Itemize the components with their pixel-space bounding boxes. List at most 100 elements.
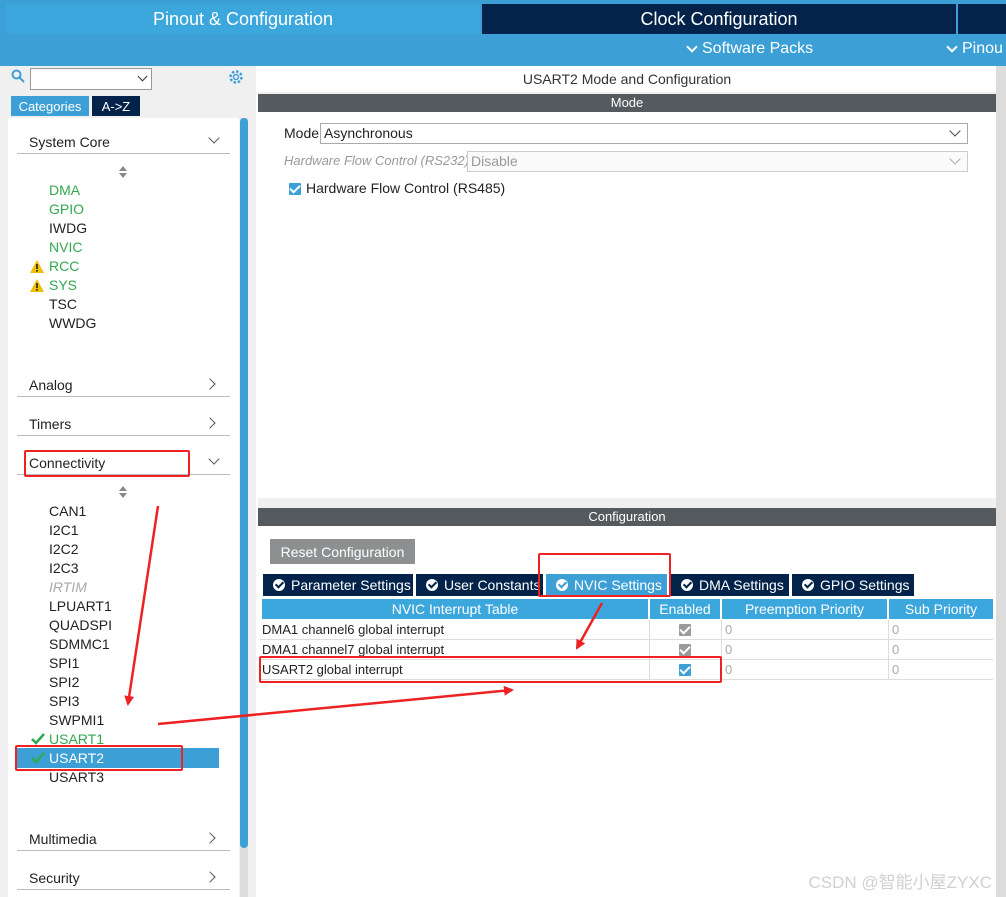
- check-circle-icon: [426, 579, 438, 591]
- mode-select-value: Asynchronous: [324, 125, 413, 141]
- annotation-box-usart2-interrupt: [259, 656, 722, 683]
- category-label: System Core: [29, 134, 110, 150]
- chevron-down-icon: [946, 41, 958, 53]
- sub-priority[interactable]: 0: [889, 640, 993, 660]
- tab-clock-configuration[interactable]: Clock Configuration: [482, 4, 956, 34]
- reset-configuration-button[interactable]: Reset Configuration: [270, 539, 415, 564]
- list-item-sdmmc1[interactable]: SDMMC1: [49, 635, 110, 653]
- chevron-down-icon: [686, 41, 698, 53]
- list-item-can1[interactable]: CAN1: [49, 502, 86, 520]
- warning-icon: [30, 260, 44, 273]
- list-item-tsc[interactable]: TSC: [49, 295, 77, 313]
- list-item-gpio[interactable]: GPIO: [49, 200, 84, 218]
- list-item-spi3[interactable]: SPI3: [49, 692, 79, 710]
- hw-flow-rs232-value: Disable: [471, 153, 518, 169]
- list-item-lpuart1[interactable]: LPUART1: [49, 597, 112, 615]
- page-title: USART2 Mode and Configuration: [258, 66, 996, 92]
- list-item-i2c3[interactable]: I2C3: [49, 559, 79, 577]
- category-label: Analog: [29, 377, 73, 393]
- list-item-spi1[interactable]: SPI1: [49, 654, 79, 672]
- gear-icon[interactable]: [227, 68, 245, 86]
- check-circle-icon: [273, 579, 285, 591]
- category-label: Security: [29, 870, 80, 886]
- tab-label: DMA Settings: [699, 577, 784, 593]
- list-item-rcc[interactable]: RCC: [49, 257, 79, 275]
- search-input[interactable]: [30, 68, 152, 90]
- chevron-right-icon: [204, 378, 216, 390]
- mode-section-header: Mode: [258, 94, 996, 112]
- enabled-checkbox: [679, 624, 691, 636]
- tab-a-z[interactable]: A->Z: [92, 96, 140, 116]
- pinout-menu[interactable]: Pinou: [946, 38, 1003, 60]
- check-circle-icon: [681, 579, 693, 591]
- chevron-right-icon: [204, 832, 216, 844]
- category-analog[interactable]: Analog: [17, 375, 230, 397]
- preemption-priority[interactable]: 0: [722, 640, 889, 660]
- mode-label: Mode: [284, 125, 320, 141]
- list-item-swpmi1[interactable]: SWPMI1: [49, 711, 104, 729]
- category-timers[interactable]: Timers: [17, 414, 230, 436]
- list-item-sys[interactable]: SYS: [49, 276, 77, 294]
- pinout-menu-label: Pinou: [962, 40, 1003, 57]
- column-header-interrupt: NVIC Interrupt Table: [262, 599, 650, 619]
- category-label: Timers: [29, 416, 72, 432]
- check-icon: [31, 733, 45, 745]
- sort-arrows-icon[interactable]: [119, 166, 127, 178]
- tab-extra[interactable]: [958, 4, 1006, 34]
- mode-select[interactable]: Asynchronous: [320, 123, 968, 144]
- right-scrollbar[interactable]: [996, 66, 1006, 897]
- table-row[interactable]: DMA1 channel6 global interrupt 0 0: [260, 620, 993, 640]
- category-label: Multimedia: [29, 831, 97, 847]
- warning-icon: [30, 279, 44, 292]
- tab-user-constants[interactable]: User Constants: [416, 574, 543, 596]
- category-security[interactable]: Security: [17, 868, 230, 890]
- preemption-priority[interactable]: 0: [722, 660, 889, 680]
- column-header-preemption: Preemption Priority: [722, 599, 889, 619]
- enabled-checkbox: [679, 644, 691, 656]
- software-packs-label: Software Packs: [702, 40, 814, 57]
- sort-arrows-icon[interactable]: [119, 486, 127, 498]
- tab-parameter-settings[interactable]: Parameter Settings: [263, 574, 413, 596]
- chevron-down-icon: [208, 132, 220, 144]
- chevron-down-icon[interactable]: [137, 71, 148, 82]
- annotation-box-connectivity: [24, 450, 190, 477]
- tab-categories[interactable]: Categories: [11, 96, 89, 116]
- tab-dma-settings[interactable]: DMA Settings: [671, 574, 789, 596]
- chevron-down-icon: [949, 125, 961, 137]
- watermark: CSDN @智能小屋ZYXC: [808, 873, 993, 892]
- list-item-i2c2[interactable]: I2C2: [49, 540, 79, 558]
- chevron-right-icon: [204, 417, 216, 429]
- sub-priority[interactable]: 0: [889, 660, 993, 680]
- category-system-core[interactable]: System Core: [17, 132, 230, 154]
- list-item-wwdg[interactable]: WWDG: [49, 314, 96, 332]
- hw-flow-rs485-checkbox[interactable]: [289, 183, 301, 195]
- check-circle-icon: [802, 579, 814, 591]
- sidebar-scrollbar-thumb[interactable]: [240, 118, 248, 848]
- hw-flow-rs485-label: Hardware Flow Control (RS485): [306, 180, 506, 196]
- list-item-i2c1[interactable]: I2C1: [49, 521, 79, 539]
- chevron-down-icon: [949, 153, 961, 165]
- annotation-box-usart2: [15, 745, 183, 771]
- interrupt-name: DMA1 channel6 global interrupt: [262, 620, 650, 640]
- list-item-nvic[interactable]: NVIC: [49, 238, 82, 256]
- list-item-quadspi[interactable]: QUADSPI: [49, 616, 112, 634]
- configuration-section-header: Configuration: [258, 508, 996, 526]
- list-item-spi2[interactable]: SPI2: [49, 673, 79, 691]
- tab-pinout-configuration[interactable]: Pinout & Configuration: [6, 4, 480, 34]
- list-item-iwdg[interactable]: IWDG: [49, 219, 87, 237]
- tab-gpio-settings[interactable]: GPIO Settings: [792, 574, 914, 596]
- list-item-irtim: IRTIM: [49, 579, 87, 595]
- list-item-dma[interactable]: DMA: [49, 181, 80, 199]
- search-icon[interactable]: [11, 69, 25, 83]
- sub-priority[interactable]: 0: [889, 620, 993, 640]
- category-multimedia[interactable]: Multimedia: [17, 829, 230, 851]
- preemption-priority[interactable]: 0: [722, 620, 889, 640]
- hw-flow-rs232-select: Disable: [467, 151, 968, 172]
- chevron-down-icon: [208, 453, 220, 465]
- column-header-enabled: Enabled: [650, 599, 722, 619]
- software-packs-menu[interactable]: Software Packs: [686, 38, 814, 60]
- annotation-box-nvic-tab: [538, 553, 671, 597]
- hw-flow-rs232-label: Hardware Flow Control (RS232): [284, 153, 469, 168]
- category-list: [8, 118, 239, 897]
- chevron-right-icon: [204, 871, 216, 883]
